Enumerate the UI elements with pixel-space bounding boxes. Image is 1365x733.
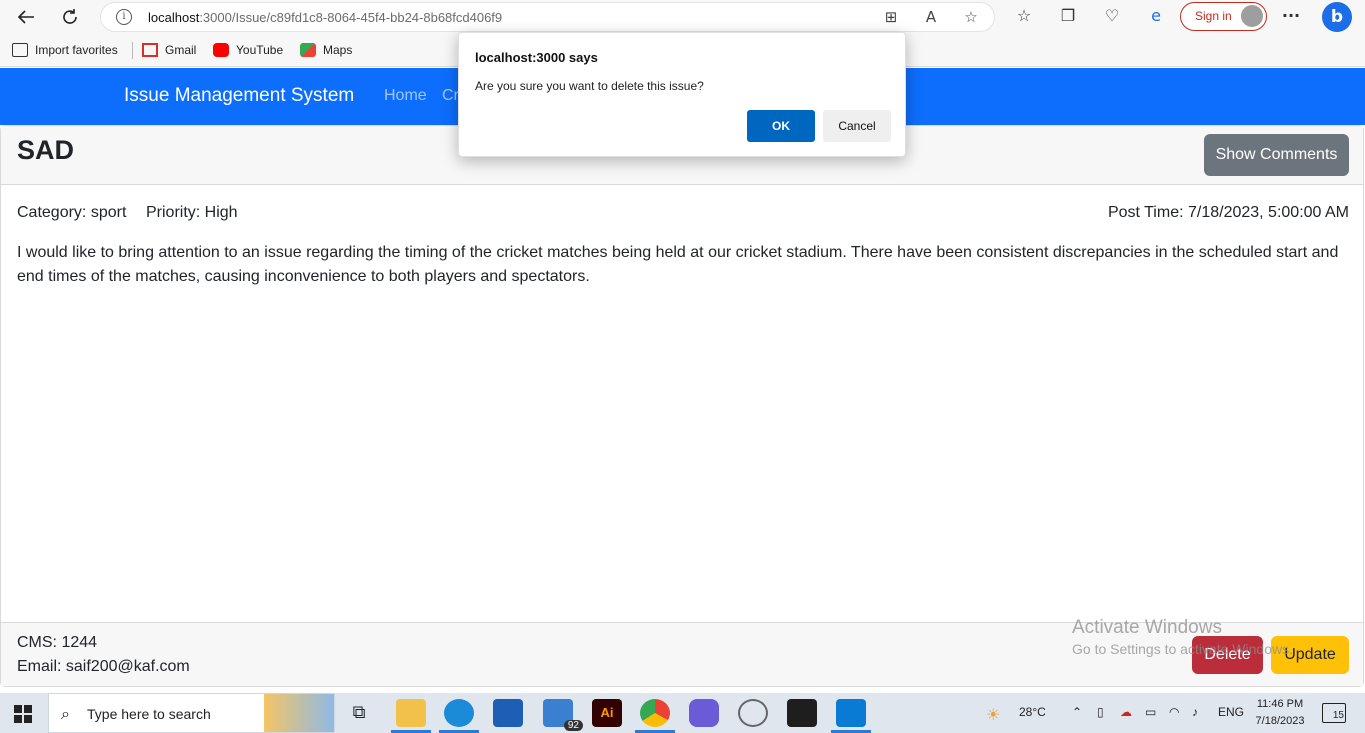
bookmark-label: Import favorites [35,43,118,57]
sign-in-button[interactable]: Sign in [1180,2,1267,31]
nav-link-create[interactable]: Cr [442,87,459,105]
search-placeholder: Type here to search [87,706,211,722]
issue-description: I would like to bring attention to an is… [17,244,1339,285]
app-available-icon[interactable]: ⊞ [881,8,901,28]
wifi-icon[interactable]: ◠ [1169,705,1179,719]
dialog-cancel-button[interactable]: Cancel [823,110,891,142]
mail-icon[interactable]: 92 [543,699,583,731]
issue-post-time: Post Time: 7/18/2023, 5:00:00 AM [1107,204,1349,221]
language-indicator[interactable]: ENG [1218,705,1244,719]
edge-icon[interactable]: e [1145,6,1167,28]
back-button[interactable] [12,4,40,30]
show-comments-button[interactable]: Show Comments [1204,134,1349,176]
clock-date: 7/18/2023 [1255,715,1305,727]
refresh-icon [63,9,77,24]
collections-icon[interactable]: ❐ [1057,6,1079,28]
bing-chat-icon[interactable]: b [1322,2,1352,32]
avatar [1241,5,1263,27]
device-icon[interactable]: ▯ [1097,705,1104,719]
maps-icon [300,43,316,57]
terminal-icon[interactable] [787,699,817,727]
volume-icon[interactable]: ♪ [1192,705,1198,719]
file-explorer-icon[interactable] [396,699,426,727]
windows-start-icon[interactable] [14,705,32,723]
sign-in-label: Sign in [1195,9,1232,23]
illustrator-icon[interactable]: Ai [592,699,622,727]
weather-icon[interactable]: ☀ [986,705,1000,725]
url-text[interactable]: localhost:3000/Issue/c89fd1c8-8064-45f4-… [148,10,502,25]
notification-icon[interactable]: 15 [1322,703,1346,723]
favorites-icon[interactable]: ☆ [1013,6,1035,28]
import-icon [12,43,28,57]
mail-badge: 92 [563,720,583,731]
issue-priority: Priority: High [146,204,238,221]
youtube-icon [213,43,229,57]
store-icon[interactable] [493,699,523,727]
navbar-brand[interactable]: Issue Management System [124,85,354,107]
read-aloud-icon[interactable]: A [921,8,941,28]
vscode-icon[interactable] [836,699,866,727]
search-highlight-image [264,694,334,732]
nav-link-home[interactable]: Home [384,87,427,105]
onedrive-error-icon[interactable]: ☁ [1120,705,1132,719]
issue-category: Category: sport [17,204,127,221]
dialog-message: Are you sure you want to delete this iss… [475,79,704,93]
issue-title: SAD [17,135,75,165]
tray-expand-icon[interactable]: ⌃ [1072,705,1082,719]
search-icon: ⌕ [61,704,70,723]
issue-cms: CMS: 1244 [17,634,98,651]
clock[interactable]: 11:46 PM 7/18/2023 [1250,696,1310,730]
task-view-icon[interactable]: ⧉ [344,699,374,727]
confirm-dialog: localhost:3000 says Are you sure you wan… [458,32,906,157]
activate-windows-subtext: Go to Settings to activate Windows. [1072,641,1293,657]
refresh-button[interactable] [56,4,84,30]
issue-card: SAD Show Comments Category: sport Priori… [0,125,1364,687]
bookmark-maps[interactable]: Maps [300,41,352,59]
app-circle-icon[interactable] [738,699,768,727]
copilot-icon[interactable] [689,699,719,727]
temperature[interactable]: 28°C [1019,705,1046,719]
edge-taskbar-icon[interactable] [444,699,474,727]
browser-toolbar: i localhost:3000/Issue/c89fd1c8-8064-45f… [0,0,1365,34]
address-bar[interactable]: i localhost:3000/Issue/c89fd1c8-8064-45f… [100,2,995,32]
more-menu-icon[interactable]: ··· [1280,6,1302,28]
bookmark-gmail[interactable]: Gmail [142,41,196,59]
taskbar: ⌕ Type here to search ⧉ 92 Ai ☀ 28°C ⌃ ▯… [0,693,1365,733]
bookmark-label: Maps [323,43,353,57]
battery-icon[interactable]: ▭ [1145,705,1156,719]
site-info-icon[interactable]: i [116,9,132,25]
dialog-title: localhost:3000 says [475,50,598,65]
bookmark-divider [132,42,133,59]
issue-email: Email: saif200@kaf.com [17,658,190,675]
activate-windows-watermark: Activate Windows [1072,617,1222,638]
bookmark-import-favorites[interactable]: Import favorites [12,41,118,59]
notification-count: 15 [1332,710,1344,721]
dialog-ok-button[interactable]: OK [747,110,815,142]
clock-time: 11:46 PM [1256,698,1304,710]
back-arrow-icon [17,10,34,24]
bookmark-label: Gmail [165,43,197,57]
gmail-icon [142,43,158,57]
bookmark-label: YouTube [236,43,284,57]
browser-essentials-icon[interactable]: ♡ [1101,6,1123,28]
chrome-icon[interactable] [640,699,670,727]
bookmark-youtube[interactable]: YouTube [213,41,283,59]
taskbar-search[interactable]: ⌕ Type here to search [48,693,335,733]
favorite-star-icon[interactable]: ☆ [961,8,981,28]
